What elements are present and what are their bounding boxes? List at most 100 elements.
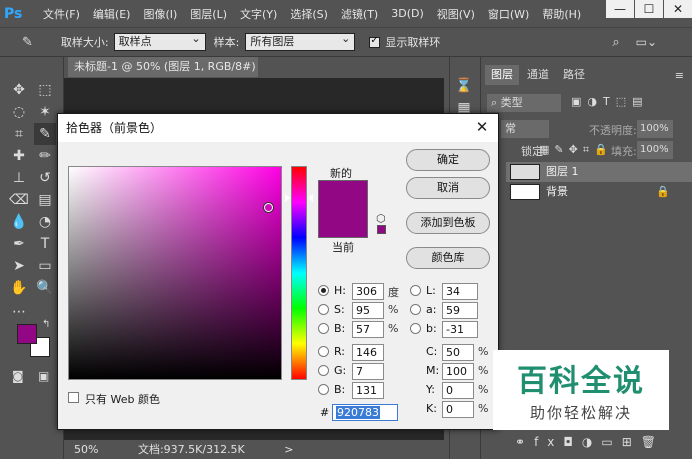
red-field[interactable]: 146 <box>352 344 384 361</box>
brightness-field[interactable]: 57 <box>352 321 384 338</box>
shape-tool-icon[interactable]: ▭ <box>34 255 56 277</box>
opacity-field[interactable]: 100% <box>637 120 673 138</box>
lab-a-field[interactable]: 59 <box>442 302 478 319</box>
group-icon[interactable]: ▭ <box>601 435 621 449</box>
blend-mode-select[interactable]: 常 <box>501 120 549 138</box>
screen-mode-icon[interactable]: ▣ <box>38 369 49 383</box>
blue-radio[interactable] <box>318 384 329 395</box>
type-tool-icon[interactable]: T <box>34 233 56 255</box>
pen-tool-icon[interactable]: ✒ <box>8 233 30 255</box>
color-libraries-button[interactable]: 颜色库 <box>406 247 490 269</box>
foreground-color-swatch[interactable] <box>17 324 37 344</box>
dodge-tool-icon[interactable]: ◔ <box>34 211 56 233</box>
close-button[interactable]: ✕ <box>664 0 692 18</box>
fill-field[interactable]: 100% <box>637 141 673 159</box>
new-layer-icon[interactable]: ⊞ <box>622 435 641 449</box>
menu-image[interactable]: 图像(I) <box>143 6 177 22</box>
adjustment-icon[interactable]: ◑ <box>582 435 601 449</box>
eyedropper-tool-icon[interactable]: ✎ <box>34 123 56 145</box>
tab-channels[interactable]: 通道 <box>521 65 555 85</box>
lab-b-field[interactable]: -31 <box>442 321 478 338</box>
kind-filter-select[interactable]: ⌕ 类型 <box>487 94 561 112</box>
sample-size-select[interactable]: 取样点 <box>113 31 206 51</box>
filter-icons[interactable]: ▣◑T⬚▤ <box>571 95 649 108</box>
gradient-tool-icon[interactable]: ▤ <box>34 189 56 211</box>
tab-layers[interactable]: 图层 <box>485 65 519 85</box>
add-to-swatches-button[interactable]: 添加到色板 <box>406 212 490 234</box>
panel-menu-icon[interactable]: ≡ <box>675 69 684 82</box>
hue-slider[interactable] <box>291 166 307 380</box>
lab-l-field[interactable]: 34 <box>442 283 478 300</box>
hex-field[interactable]: 920783 <box>332 404 398 421</box>
workspace-icon[interactable]: ▭⌄ <box>636 35 657 49</box>
gamut-swatch[interactable] <box>377 225 386 234</box>
menu-edit[interactable]: 编辑(E) <box>93 6 131 22</box>
menu-layer[interactable]: 图层(L) <box>190 6 227 22</box>
marquee-tool-icon[interactable]: ⬚ <box>34 79 56 101</box>
green-field[interactable]: 7 <box>352 363 384 380</box>
hue-field[interactable]: 306 <box>352 283 384 300</box>
web-colors-checkbox[interactable] <box>68 392 79 403</box>
menu-filter[interactable]: 滤镜(T) <box>341 6 378 22</box>
fx-icon[interactable]: fx <box>534 435 563 449</box>
brightness-radio[interactable] <box>318 323 329 334</box>
eraser-tool-icon[interactable]: ⌫ <box>8 189 30 211</box>
ok-button[interactable]: 确定 <box>406 149 490 171</box>
cancel-button[interactable]: 取消 <box>406 177 490 199</box>
mask-icon[interactable]: ◘ <box>563 435 582 449</box>
swap-colors-icon[interactable]: ↰ <box>42 319 50 330</box>
hue-slider-left-arrow[interactable] <box>285 194 290 203</box>
brush-tool-icon[interactable]: ✏ <box>34 145 56 167</box>
minimize-button[interactable]: — <box>606 0 634 18</box>
move-tool-icon[interactable]: ✥ <box>8 79 30 101</box>
current-color-swatch[interactable] <box>318 209 368 238</box>
saturation-brightness-field[interactable] <box>68 166 282 380</box>
hand-tool-icon[interactable]: ✋ <box>8 277 30 299</box>
history-panel-icon[interactable]: ⌛ <box>453 75 475 97</box>
saturation-radio[interactable] <box>318 304 329 315</box>
menu-window[interactable]: 窗口(W) <box>488 6 529 22</box>
lasso-tool-icon[interactable]: ◌ <box>8 101 30 123</box>
lab-b-radio[interactable] <box>410 323 421 334</box>
menu-type[interactable]: 文字(Y) <box>240 6 277 22</box>
zoom-level[interactable]: 50% <box>74 443 98 456</box>
search-icon[interactable]: ⌕ <box>612 35 619 50</box>
lab-l-radio[interactable] <box>410 285 421 296</box>
green-radio[interactable] <box>318 365 329 376</box>
document-tab[interactable]: 未标题-1 @ 50% (图层 1, RGB/8#) * × <box>68 57 258 93</box>
maximize-button[interactable]: ☐ <box>635 0 663 18</box>
layer-row[interactable]: 图层 1 <box>506 162 692 182</box>
color-picker-cursor[interactable] <box>264 203 273 212</box>
trash-icon[interactable]: 🗑 <box>641 435 665 449</box>
layer-actions[interactable]: ⚭fx◘◑▭⊞🗑 <box>515 435 665 449</box>
out-of-gamut-icon[interactable]: ⬡ <box>376 212 386 225</box>
lock-icons[interactable]: ▦✎✥⌗🔒 <box>539 143 613 157</box>
quick-mask-icon[interactable]: ◙ <box>12 369 24 383</box>
hue-slider-right-arrow[interactable] <box>308 194 313 203</box>
stamp-tool-icon[interactable]: ⊥ <box>8 167 30 189</box>
menu-select[interactable]: 选择(S) <box>290 6 328 22</box>
status-arrow[interactable]: > <box>284 443 293 456</box>
red-radio[interactable] <box>318 346 329 357</box>
yellow-field[interactable]: 0 <box>442 382 474 399</box>
lab-a-radio[interactable] <box>410 304 421 315</box>
magenta-field[interactable]: 100 <box>442 363 474 380</box>
tab-paths[interactable]: 路径 <box>557 65 591 85</box>
menu-help[interactable]: 帮助(H) <box>542 6 581 22</box>
layer-row[interactable]: 背景 🔒 <box>506 182 692 202</box>
show-ring-checkbox[interactable] <box>369 35 381 48</box>
more-tools-icon[interactable]: ⋯ <box>8 301 30 323</box>
zoom-tool-icon[interactable]: 🔍 <box>34 277 56 299</box>
magic-wand-tool-icon[interactable]: ✶ <box>34 101 56 123</box>
blue-field[interactable]: 131 <box>352 382 384 399</box>
eyedropper-tool-icon[interactable]: ✎ <box>22 35 33 50</box>
black-field[interactable]: 0 <box>442 401 474 418</box>
hue-radio[interactable] <box>318 285 329 296</box>
menu-3d[interactable]: 3D(D) <box>391 7 424 20</box>
menu-view[interactable]: 视图(V) <box>437 6 475 22</box>
crop-tool-icon[interactable]: ⌗ <box>8 123 30 145</box>
close-icon[interactable]: ✕ <box>472 117 492 137</box>
saturation-field[interactable]: 95 <box>352 302 384 319</box>
sample-select[interactable]: 所有图层 <box>245 31 356 51</box>
cyan-field[interactable]: 50 <box>442 344 474 361</box>
